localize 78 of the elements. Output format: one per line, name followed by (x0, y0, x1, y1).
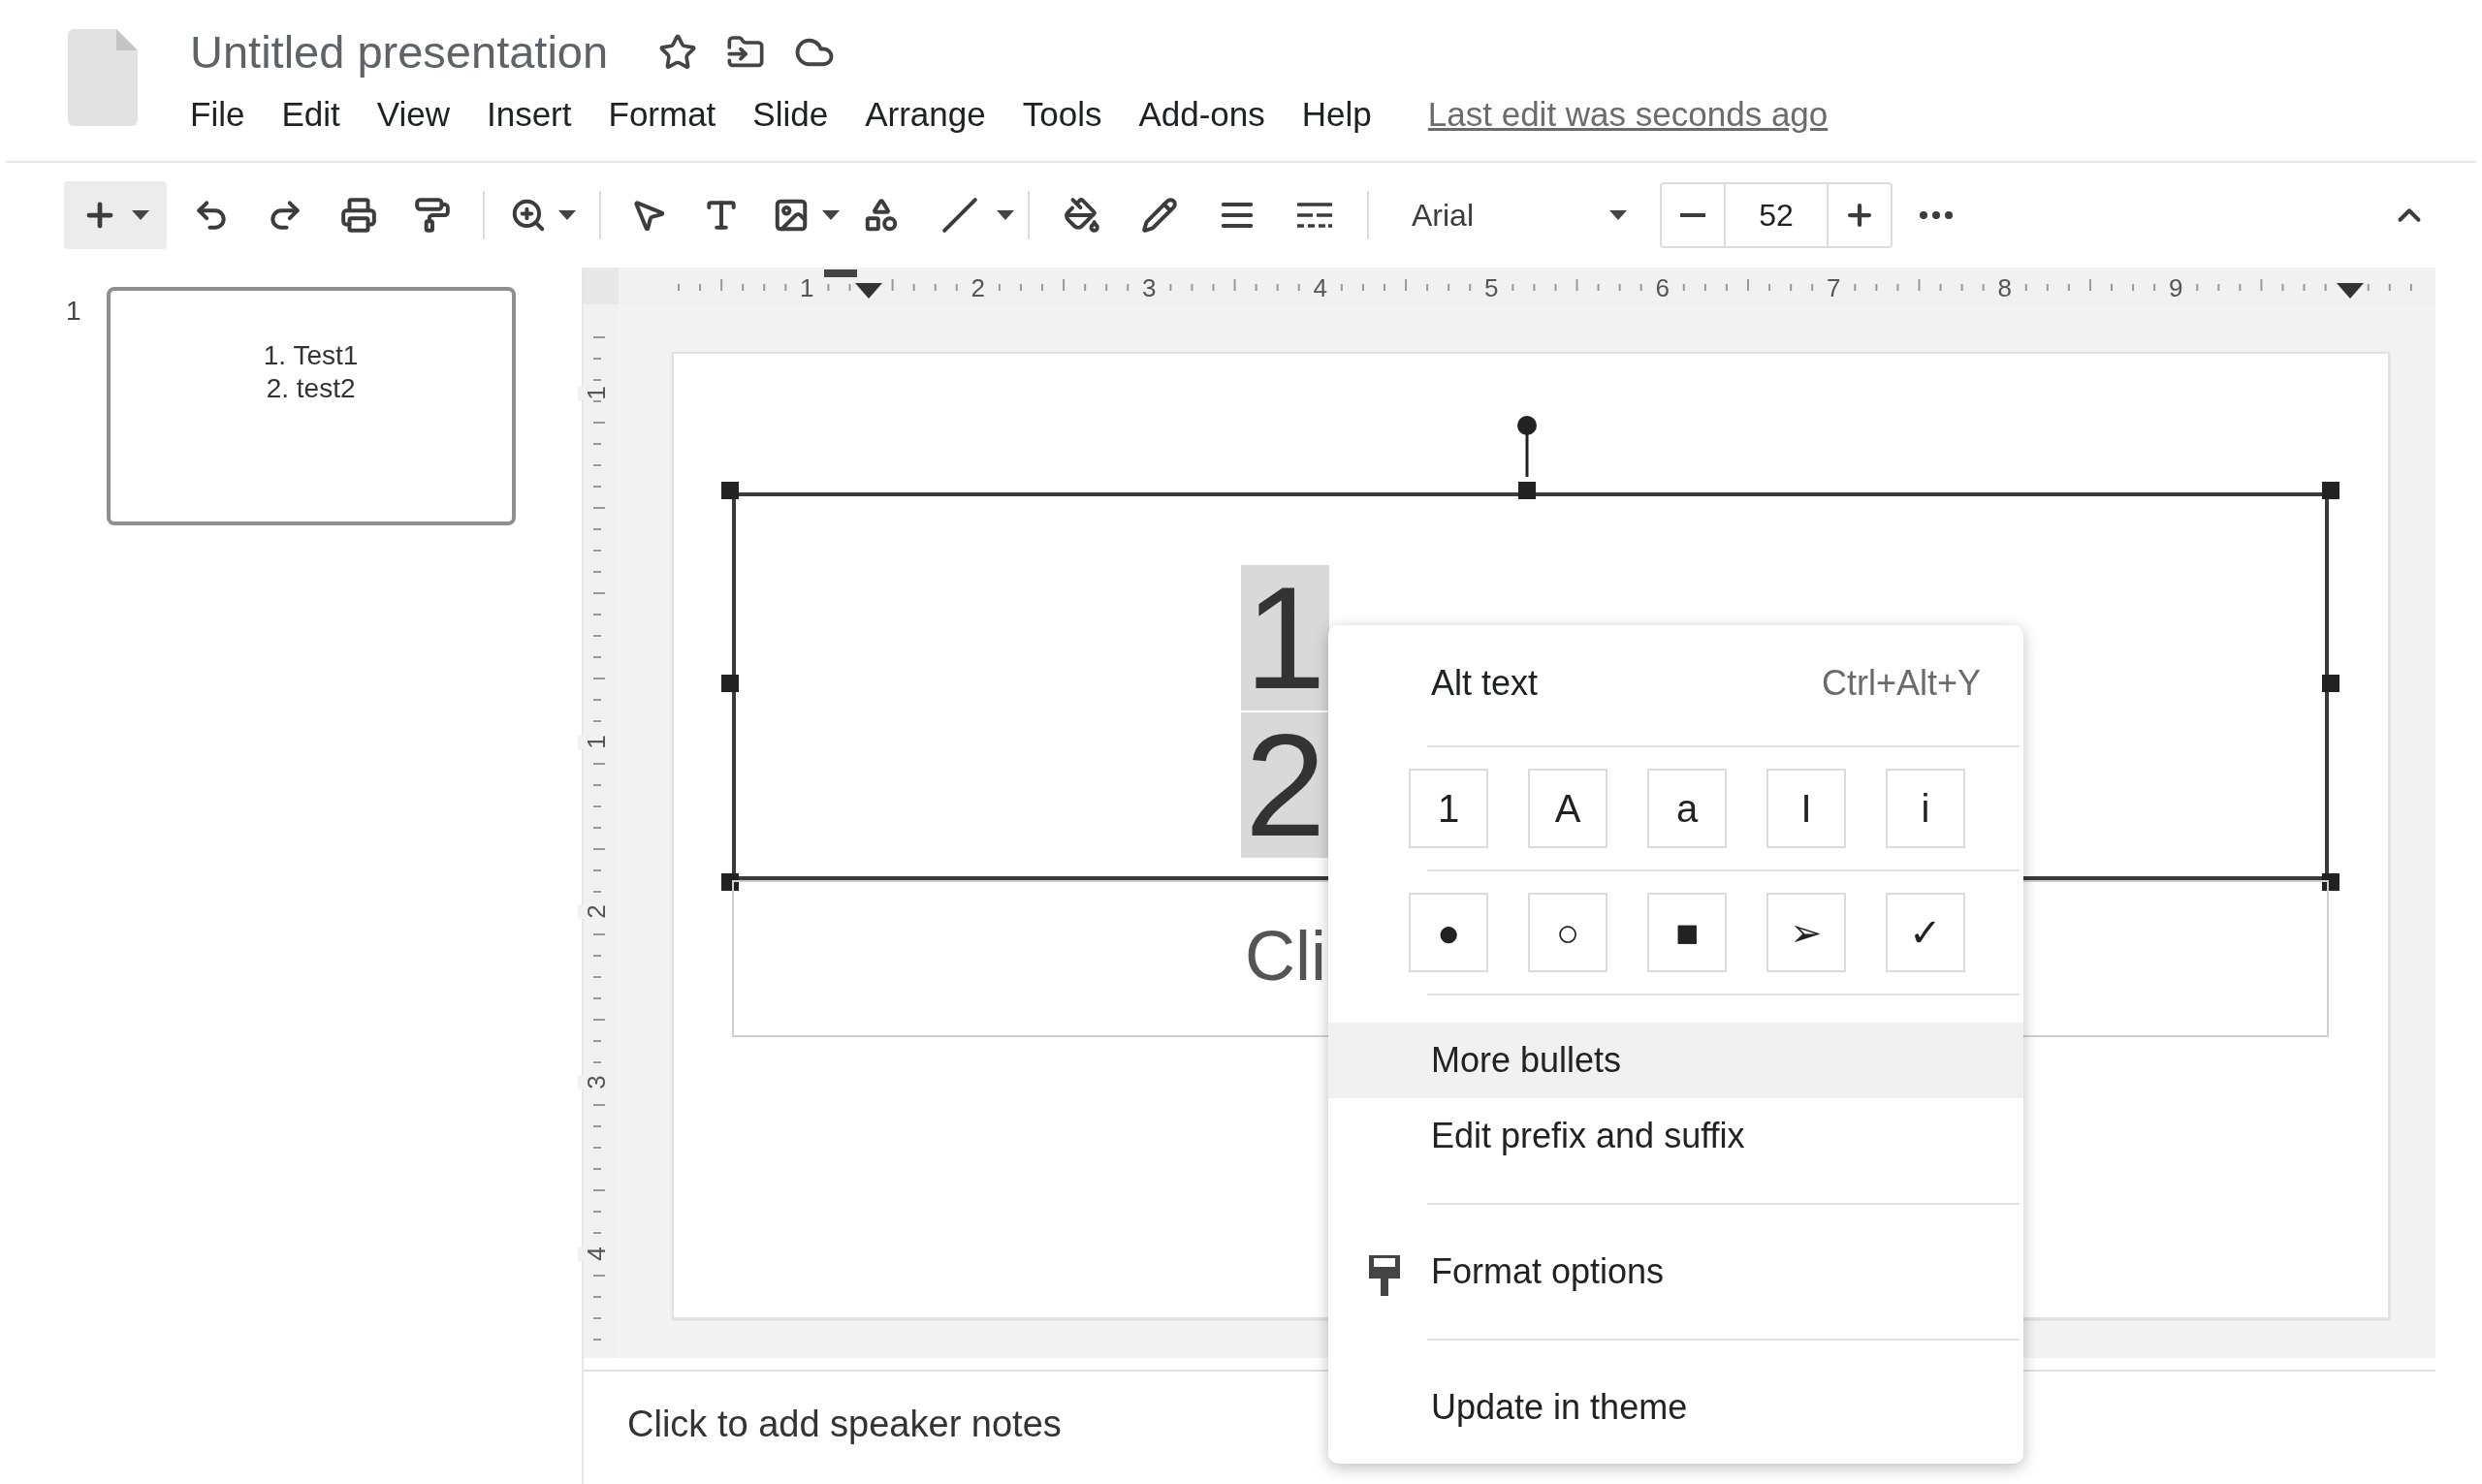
thumbnail-text: 1. Test1 (263, 339, 359, 372)
caret-icon[interactable] (558, 210, 576, 220)
list-style-option[interactable]: ○ (1528, 893, 1607, 972)
last-edit-link[interactable]: Last edit was seconds ago (1427, 88, 1829, 141)
menu-item[interactable]: Format options (1328, 1234, 2023, 1310)
indent-marker-icon[interactable] (824, 269, 857, 277)
list-style-option[interactable]: ➢ (1766, 893, 1846, 972)
resize-handle[interactable] (721, 482, 739, 499)
menu-item[interactable]: Edit (281, 88, 340, 141)
list-number: 2 (1241, 712, 1330, 858)
menu-item[interactable]: Insert (486, 88, 572, 141)
star-icon[interactable] (658, 33, 698, 72)
list-style-option[interactable]: ● (1409, 893, 1488, 972)
ruler-number: 6 (1655, 272, 1670, 304)
zoom-in-icon (510, 197, 547, 234)
shortcut-text: Ctrl+Alt+Y (1821, 662, 1981, 705)
minus-icon (1680, 213, 1705, 217)
resize-handle[interactable] (1518, 482, 1536, 499)
indent-marker-icon[interactable] (2337, 283, 2364, 299)
menu-item[interactable]: Tools (1022, 88, 1102, 141)
more-icon (1920, 211, 1953, 219)
resize-handle[interactable] (2322, 873, 2339, 891)
font-size-field[interactable]: 52 (1724, 184, 1829, 246)
pencil-icon (1141, 197, 1178, 234)
resize-handle[interactable] (721, 873, 739, 891)
font-size-stepper[interactable]: 52 (1660, 182, 1893, 248)
caret-icon[interactable] (132, 210, 149, 220)
menu-item[interactable]: Format (608, 88, 716, 141)
line-icon (941, 197, 978, 234)
menu-item[interactable]: Slide (752, 88, 829, 141)
list-style-option[interactable]: ✓ (1886, 893, 1965, 972)
list-style-option[interactable]: A (1528, 769, 1607, 848)
ruler-number: 8 (1997, 272, 2012, 304)
new-slide-button[interactable] (64, 181, 167, 249)
subtitle-placeholder: Cli (1245, 917, 1326, 995)
speaker-notes-placeholder[interactable]: Click to add speaker notes (627, 1396, 1062, 1452)
ruler-number: 5 (1484, 272, 1499, 304)
menu-item[interactable]: View (376, 88, 450, 141)
menu-item[interactable]: More bullets (1328, 1023, 2023, 1098)
ruler-number: 4 (1313, 272, 1327, 304)
ruler-number: 7 (1827, 272, 1841, 304)
caret-icon[interactable] (1609, 210, 1627, 220)
resize-handle[interactable] (721, 675, 739, 692)
alt-text-menu-item[interactable]: Alt text Ctrl+Alt+Y (1328, 645, 2023, 722)
printer-icon (340, 197, 377, 234)
ruler-number: 1 (800, 272, 814, 304)
ruler-number: 9 (2169, 272, 2183, 304)
menu-item[interactable]: Arrange (865, 88, 986, 141)
caret-icon[interactable] (822, 210, 840, 220)
image-icon (773, 197, 810, 234)
list-number: 1 (1241, 565, 1330, 710)
list-style-option[interactable]: 1 (1409, 769, 1488, 848)
rotation-handle[interactable] (1516, 415, 1538, 477)
menu-item[interactable]: File (190, 88, 245, 141)
paint-roller-icon (1367, 1253, 1402, 1298)
paint-roller-icon (414, 197, 451, 234)
shapes-icon (863, 197, 900, 234)
list-style-option[interactable]: ■ (1647, 893, 1727, 972)
menu-item[interactable]: Add-ons (1138, 88, 1265, 141)
slide-number: 1 (66, 295, 81, 328)
menu-item[interactable]: Help (1301, 88, 1372, 141)
menu-item[interactable]: Update in theme (1328, 1370, 2023, 1445)
indent-marker-icon[interactable] (855, 283, 882, 299)
menu-item[interactable]: Edit prefix and suffix (1328, 1098, 2023, 1174)
caret-icon[interactable] (997, 210, 1014, 220)
font-dropdown[interactable]: Arial (1383, 184, 1635, 246)
paint-bucket-icon (1064, 197, 1100, 234)
list-style-option[interactable]: a (1647, 769, 1727, 848)
slide-thumbnail[interactable]: 1. Test1 2. test2 (106, 287, 516, 525)
ruler-number: 3 (1142, 272, 1157, 304)
document-title[interactable]: Untitled presentation (190, 17, 609, 87)
resize-handle[interactable] (2322, 675, 2339, 692)
ruler-number: 2 (971, 272, 985, 304)
dashed-lines-icon (1295, 201, 1334, 230)
list-style-option[interactable]: I (1766, 769, 1846, 848)
resize-handle[interactable] (2322, 482, 2339, 499)
thumbnail-text: 2. test2 (266, 372, 356, 405)
list-style-option[interactable]: i (1886, 769, 1965, 848)
